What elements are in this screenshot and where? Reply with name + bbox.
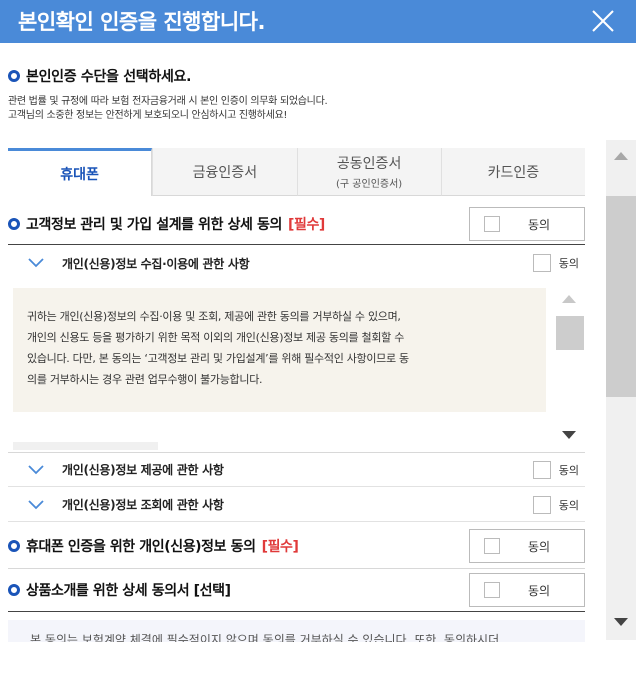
scrollbar-thumb[interactable] <box>606 196 636 397</box>
chevron-down-icon <box>28 464 44 474</box>
horizontal-scrollbar[interactable] <box>13 442 158 450</box>
auth-method-tabs: 휴대폰 금융인증서 공동인증서 (구 공인인증서) 카드인증 <box>8 148 585 196</box>
chevron-down-icon <box>28 499 44 509</box>
close-icon <box>592 10 614 32</box>
tab-label: 금융인증서 <box>192 164 258 181</box>
close-button[interactable] <box>590 8 616 34</box>
section-description: 관련 법률 및 규정에 따라 보험 전자금융거래 시 본인 인증이 의무화 되었… <box>8 95 328 123</box>
checkbox[interactable] <box>484 538 500 554</box>
scroll-down-icon[interactable] <box>614 618 628 626</box>
consent-row-customer-info: 고객정보 관리 및 가입 설계를 위한 상세 동의 [필수] 동의 <box>8 207 585 241</box>
checkbox[interactable] <box>532 254 551 272</box>
divider <box>8 611 585 612</box>
scroll-up-icon[interactable] <box>614 152 628 160</box>
dialog-header: 본인확인 인증을 진행합니다. <box>0 0 636 43</box>
subitem-label: 개인(신용)정보 제공에 관한 사항 <box>62 463 224 477</box>
subitem-agree[interactable]: 동의 <box>532 460 579 479</box>
agree-label: 동의 <box>528 583 551 598</box>
dialog-title: 본인확인 인증을 진행합니다. <box>18 10 265 34</box>
checkbox[interactable] <box>532 495 551 514</box>
scroll-up-icon[interactable] <box>562 295 576 303</box>
agree-label: 동의 <box>558 463 579 477</box>
agree-button[interactable]: 동의 <box>469 573 585 607</box>
consent-title-text: 고객정보 관리 및 가입 설계를 위한 상세 동의 <box>26 217 282 233</box>
content-line: 귀하는 개인(신용)정보의 수집·이용 및 조회, 제공에 관한 동의를 거부하… <box>27 310 401 323</box>
required-tag: [필수] <box>287 217 325 233</box>
section-title: 본인인증 수단을 선택하세요. <box>8 66 191 86</box>
agree-button[interactable]: 동의 <box>469 529 585 563</box>
content-line: 본 동의는 보험계약 체결에 필수적이지 않으며 동의를 거부하실 수 있습니다… <box>30 633 500 642</box>
consent-row-mobile-auth: 휴대폰 인증을 위한 개인(신용)정보 동의 [필수] 동의 <box>8 529 585 563</box>
description-line: 고객님의 소중한 정보는 안전하게 보호되오니 안심하시고 진행하세요! <box>8 110 288 121</box>
tab-joint-cert[interactable]: 공동인증서 (구 공인인증서) <box>296 148 441 196</box>
consent-title-text: 상품소개를 위한 상세 동의서 [선택] <box>26 583 231 599</box>
consent-subitem[interactable]: 개인(신용)정보 조회에 관한 사항 동의 <box>8 488 585 522</box>
circle-bullet-icon <box>8 70 20 82</box>
consent-row-product-intro: 상품소개를 위한 상세 동의서 [선택] 동의 <box>8 573 585 607</box>
consent-title-text: 휴대폰 인증을 위한 개인(신용)정보 동의 <box>26 539 256 555</box>
agree-label: 동의 <box>558 257 579 270</box>
description-line: 관련 법률 및 규정에 따라 보험 전자금융거래 시 본인 인증이 의무화 되었… <box>8 96 328 107</box>
circle-bullet-icon <box>8 540 20 552</box>
optional-consent-content: 본 동의는 보험계약 체결에 필수적이지 않으며 동의를 거부하실 수 있습니다… <box>8 620 585 642</box>
checkbox[interactable] <box>532 460 551 479</box>
scroll-down-icon[interactable] <box>562 431 576 439</box>
subitem-agree[interactable]: 동의 <box>532 495 579 514</box>
circle-bullet-icon <box>8 218 20 230</box>
consent-title: 고객정보 관리 및 가입 설계를 위한 상세 동의 [필수] <box>8 214 325 234</box>
chevron-down-icon <box>28 258 44 268</box>
tab-sublabel: (구 공인인증서) <box>336 179 403 190</box>
content-line: 의를 거부하시는 경우 관련 업무수행이 불가능합니다. <box>27 373 263 386</box>
tab-card-auth[interactable]: 카드인증 <box>440 148 585 196</box>
divider <box>8 244 585 245</box>
agree-label: 동의 <box>528 539 551 554</box>
consent-content-box[interactable]: 귀하는 개인(신용)정보의 수집·이용 및 조회, 제공에 관한 동의를 거부하… <box>8 284 585 452</box>
agree-button[interactable]: 동의 <box>469 207 585 241</box>
checkbox[interactable] <box>484 216 500 232</box>
tab-financial-cert[interactable]: 금융인증서 <box>152 148 297 196</box>
main-scrollbar[interactable] <box>606 140 636 640</box>
agree-label: 동의 <box>528 217 551 232</box>
subitem-label: 개인(신용)정보 수집·이용에 관한 사항 <box>62 256 250 271</box>
tab-label: 휴대폰 <box>60 166 99 183</box>
scrollbar-thumb[interactable] <box>556 316 584 350</box>
tab-label: 공동인증서 <box>336 156 402 172</box>
content-line: 개인의 신용도 등을 평가하기 위한 목적 이외의 개인(신용)정보 제공 동의… <box>27 331 405 344</box>
divider <box>8 568 585 569</box>
agree-label: 동의 <box>558 498 579 512</box>
required-tag: [필수] <box>261 539 299 555</box>
subitem-label: 개인(신용)정보 조회에 관한 사항 <box>62 498 224 512</box>
section-title-text: 본인인증 수단을 선택하세요. <box>26 69 192 85</box>
content-scrollbar[interactable] <box>551 284 585 452</box>
content-line: 있습니다. 다만, 본 동의는 ‘고객정보 관리 및 가입설계’를 위해 필수적… <box>27 352 409 365</box>
consent-subitem[interactable]: 개인(신용)정보 수집·이용에 관한 사항 동의 <box>8 246 585 280</box>
consent-content-text: 귀하는 개인(신용)정보의 수집·이용 및 조회, 제공에 관한 동의를 거부하… <box>13 288 546 412</box>
checkbox[interactable] <box>484 582 500 598</box>
consent-title: 상품소개를 위한 상세 동의서 [선택] <box>8 580 231 600</box>
circle-bullet-icon <box>8 584 20 596</box>
tab-label: 카드인증 <box>487 164 540 181</box>
consent-subitem[interactable]: 개인(신용)정보 제공에 관한 사항 동의 <box>8 453 585 487</box>
subitem-agree[interactable]: 동의 <box>532 254 579 272</box>
consent-title: 휴대폰 인증을 위한 개인(신용)정보 동의 [필수] <box>8 536 299 556</box>
tab-mobile[interactable]: 휴대폰 <box>8 148 153 196</box>
